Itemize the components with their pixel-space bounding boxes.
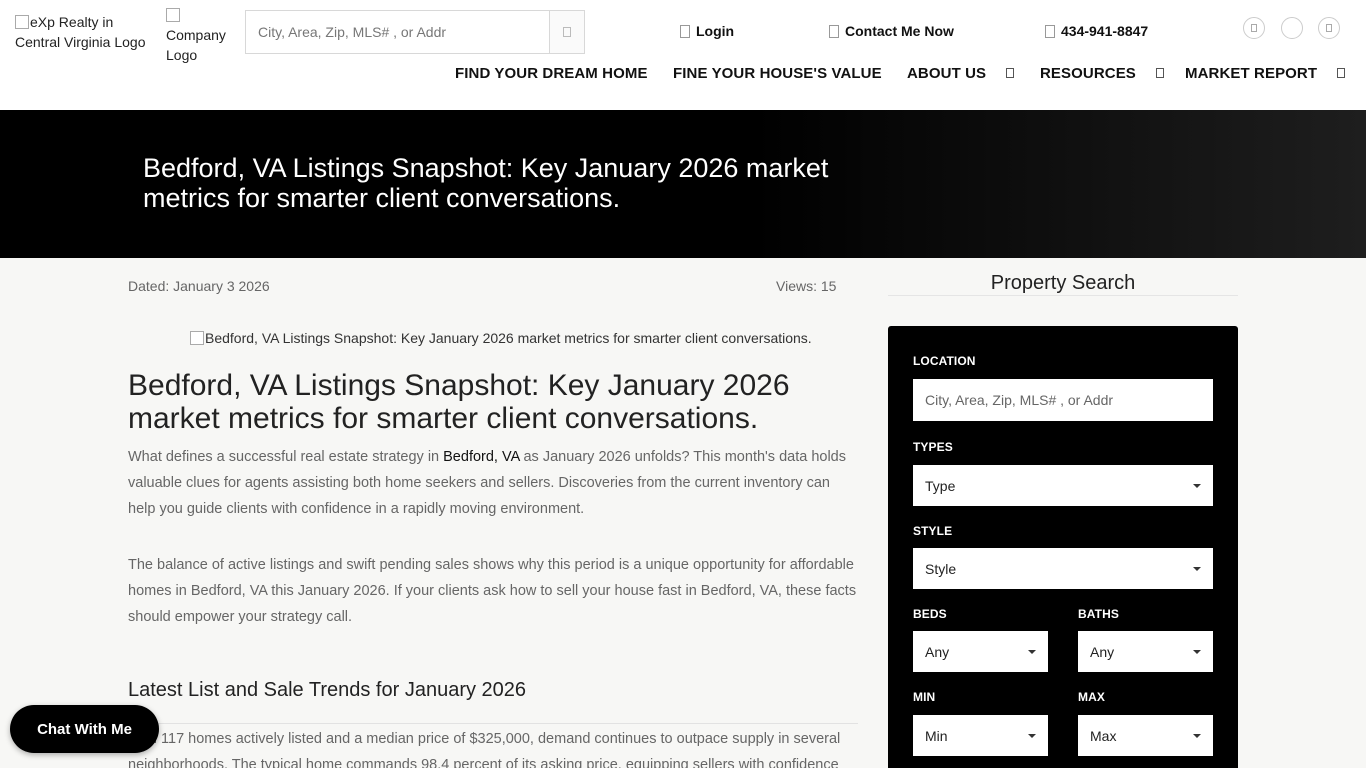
header-search-button[interactable] bbox=[549, 11, 584, 53]
chevron-down-icon bbox=[1337, 68, 1346, 78]
min-price-select[interactable]: Min bbox=[913, 715, 1048, 756]
location-field bbox=[913, 379, 1213, 421]
bedford-link[interactable]: Bedford, VA bbox=[443, 449, 519, 465]
baths-label: BATHS bbox=[1078, 607, 1119, 621]
contact-me-link[interactable]: Contact Me Now bbox=[829, 23, 954, 39]
broken-image-icon bbox=[190, 331, 204, 345]
min-price-label: MIN bbox=[913, 690, 936, 704]
nav-resources[interactable]: RESOURCES bbox=[1040, 63, 1164, 83]
header-search bbox=[245, 10, 585, 54]
location-input[interactable] bbox=[925, 392, 1201, 408]
caret-down-icon bbox=[1193, 483, 1201, 488]
nav-market-report[interactable]: MARKET REPORT bbox=[1185, 63, 1346, 83]
caret-down-icon bbox=[1193, 566, 1201, 571]
phone-link[interactable]: 434-941-8847 bbox=[1045, 23, 1148, 39]
style-label: STYLE bbox=[913, 524, 953, 538]
caret-down-icon bbox=[1028, 649, 1036, 654]
login-link[interactable]: Login bbox=[680, 23, 734, 39]
site-header: eXp Realty in Central Virginia Logo Comp… bbox=[0, 0, 1366, 110]
property-search-title: Property Search bbox=[990, 272, 1136, 294]
nav-house-value[interactable]: FINE YOUR HOUSE'S VALUE bbox=[673, 63, 882, 83]
article-paragraph: The balance of active listings and swift… bbox=[128, 557, 857, 625]
caret-down-icon bbox=[1028, 733, 1036, 738]
broken-image-icon bbox=[166, 8, 180, 22]
sidebar-divider bbox=[888, 295, 1238, 296]
post-views: Views: 15 bbox=[776, 278, 837, 294]
property-search-panel: LOCATION TYPES Type STYLE Style BEDS Any… bbox=[888, 326, 1238, 768]
envelope-icon bbox=[829, 24, 839, 38]
chevron-down-icon bbox=[1155, 68, 1164, 78]
max-price-select[interactable]: Max bbox=[1078, 715, 1213, 756]
article-paragraph: What defines a successful real estate st… bbox=[128, 449, 846, 517]
search-icon bbox=[563, 27, 571, 37]
facebook-link[interactable] bbox=[1243, 17, 1265, 39]
section-divider bbox=[128, 723, 858, 724]
max-price-label: MAX bbox=[1078, 690, 1105, 704]
caret-down-icon bbox=[1193, 649, 1201, 654]
article-title: Bedford, VA Listings Snapshot: Key Janua… bbox=[128, 369, 790, 435]
types-label: TYPES bbox=[913, 440, 953, 454]
article-paragraph: With 117 homes actively listed and a med… bbox=[128, 731, 841, 768]
beds-label: BEDS bbox=[913, 607, 947, 621]
chat-with-me-button[interactable]: Chat With Me bbox=[10, 705, 159, 753]
types-select[interactable]: Type bbox=[913, 465, 1213, 506]
twitter-link[interactable] bbox=[1281, 17, 1303, 39]
phone-icon bbox=[1045, 24, 1055, 38]
article-hero-image: Bedford, VA Listings Snapshot: Key Janua… bbox=[190, 330, 812, 346]
chevron-down-icon bbox=[1006, 68, 1015, 78]
post-date: Dated: January 3 2026 bbox=[128, 278, 270, 294]
instagram-link[interactable] bbox=[1318, 17, 1340, 39]
broken-image-icon bbox=[15, 15, 29, 29]
instagram-icon bbox=[1326, 24, 1332, 32]
user-icon bbox=[680, 24, 690, 38]
nav-about-us[interactable]: ABOUT US bbox=[907, 63, 1015, 83]
facebook-icon bbox=[1251, 24, 1257, 32]
style-select[interactable]: Style bbox=[913, 548, 1213, 589]
page-banner: Bedford, VA Listings Snapshot: Key Janua… bbox=[0, 110, 1366, 258]
beds-select[interactable]: Any bbox=[913, 631, 1048, 672]
header-search-input[interactable] bbox=[246, 11, 549, 53]
nav-find-dream-home[interactable]: FIND YOUR DREAM HOME bbox=[455, 63, 648, 83]
banner-title: Bedford, VA Listings Snapshot: Key Janua… bbox=[143, 153, 829, 213]
baths-select[interactable]: Any bbox=[1078, 631, 1213, 672]
company-logo[interactable]: Company Logo bbox=[166, 5, 236, 65]
site-logo[interactable]: eXp Realty in Central Virginia Logo bbox=[15, 12, 155, 52]
location-label: LOCATION bbox=[913, 354, 976, 368]
section-heading: Latest List and Sale Trends for January … bbox=[128, 679, 527, 701]
caret-down-icon bbox=[1193, 733, 1201, 738]
